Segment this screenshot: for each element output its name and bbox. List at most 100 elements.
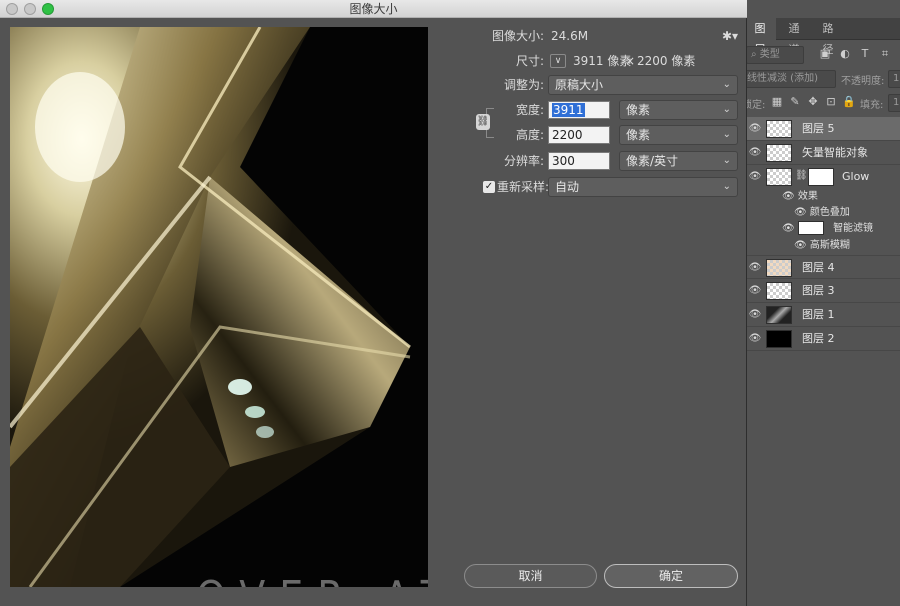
eye-icon[interactable]: 👁 bbox=[794, 240, 810, 251]
layer-thumbnail bbox=[766, 259, 792, 277]
chevron-down-icon: ⌄ bbox=[722, 104, 731, 115]
image-size-dialog: 图像大小 图像大小: 24.6M ✱▾ 尺寸: ∨ 3911 像素 × 2200… bbox=[0, 0, 747, 606]
layer-name: 图层 5 bbox=[802, 122, 835, 135]
lock-row: 锁定: ▦ ✎ ✥ ⊡ 🔒 填充: 10 bbox=[744, 91, 900, 115]
layer-thumbnail bbox=[766, 144, 792, 162]
eye-icon[interactable]: 👁 bbox=[748, 261, 762, 275]
fill-label: 填充: bbox=[860, 100, 884, 111]
eye-icon[interactable]: 👁 bbox=[794, 207, 810, 218]
gear-icon[interactable]: ✱▾ bbox=[722, 29, 738, 43]
lock-artboard-icon[interactable]: ⊡ bbox=[824, 95, 838, 109]
adjustment-filter-icon[interactable]: ◐ bbox=[838, 47, 852, 61]
fit-to-select[interactable]: 原稿大小 ⌄ bbox=[548, 75, 738, 95]
lock-pixels-icon[interactable]: ✎ bbox=[788, 95, 802, 109]
layer-thumbnail bbox=[766, 330, 792, 348]
tab-channels[interactable]: 通道 bbox=[778, 18, 810, 56]
fit-to-value: 原稿大小 bbox=[555, 78, 604, 92]
resolution-unit-value: 像素/英寸 bbox=[626, 154, 679, 168]
title-bar: 图像大小 bbox=[0, 0, 747, 18]
fill-field[interactable]: 10 bbox=[888, 94, 900, 112]
layer-filter-row: ⌕ 类型 ▣ ◐ T ⌗ bbox=[744, 43, 900, 67]
color-overlay-row[interactable]: 👁 颜色叠加 bbox=[794, 205, 850, 221]
width-value: 3911 bbox=[552, 103, 585, 117]
eye-icon[interactable]: 👁 bbox=[748, 308, 762, 322]
height-unit-value: 像素 bbox=[626, 128, 651, 142]
effects-row[interactable]: 👁 效果 bbox=[782, 189, 818, 205]
eye-icon[interactable]: 👁 bbox=[748, 284, 762, 298]
cancel-button[interactable]: 取消 bbox=[464, 564, 597, 588]
chevron-down-icon: ⌄ bbox=[722, 155, 731, 166]
height-unit-select[interactable]: 像素 ⌄ bbox=[619, 125, 738, 145]
smart-filter-mask[interactable] bbox=[797, 221, 824, 235]
image-filter-icon[interactable]: ▣ bbox=[818, 47, 832, 61]
resolution-unit-select[interactable]: 像素/英寸 ⌄ bbox=[619, 151, 738, 171]
ok-button[interactable]: 确定 bbox=[604, 564, 738, 588]
window-title: 图像大小 bbox=[349, 2, 398, 16]
type-filter-icon[interactable]: T bbox=[858, 47, 872, 61]
layer-name: 图层 2 bbox=[802, 332, 835, 345]
eye-icon[interactable]: 👁 bbox=[782, 191, 798, 202]
panel-tabs: 图层 通道 路径 bbox=[744, 18, 900, 56]
chevron-down-icon[interactable]: ∨ bbox=[550, 54, 566, 68]
shape-filter-icon[interactable]: ⌗ bbox=[878, 47, 892, 61]
mask-thumbnail[interactable] bbox=[808, 168, 834, 186]
resample-value: 自动 bbox=[555, 180, 580, 194]
width-unit-value: 像素 bbox=[626, 103, 651, 117]
eye-icon[interactable]: 👁 bbox=[748, 146, 762, 160]
height-input[interactable]: 2200 bbox=[548, 126, 610, 144]
chevron-down-icon: ⌄ bbox=[722, 79, 731, 90]
resample-label: 重新采样: bbox=[497, 180, 550, 194]
image-size-label: 图像大小: bbox=[491, 29, 544, 43]
image-preview[interactable]: OVER AT bbox=[10, 27, 428, 587]
layer-row[interactable]: 👁 图层 3 bbox=[744, 279, 900, 303]
layer-row[interactable]: 👁 图层 5 bbox=[744, 117, 900, 141]
smart-filters-row[interactable]: 👁 智能滤镜 bbox=[782, 221, 873, 239]
lock-all-icon[interactable]: 🔒 bbox=[842, 95, 856, 109]
resample-checkbox[interactable]: ✓ bbox=[483, 181, 495, 193]
resolution-input[interactable]: 300 bbox=[548, 152, 610, 170]
tab-paths[interactable]: 路径 bbox=[812, 18, 844, 56]
fit-to-label: 调整为: bbox=[503, 78, 544, 92]
image-size-value: 24.6M bbox=[551, 29, 589, 43]
height-label: 高度: bbox=[515, 128, 544, 142]
link-icon: ⛓ bbox=[795, 170, 808, 181]
resample-select[interactable]: 自动 ⌄ bbox=[548, 177, 738, 197]
layers-panel: 图层 通道 路径 ⌕ 类型 ▣ ◐ T ⌗ 线性减淡 (添加) 不透明度: 10… bbox=[743, 0, 900, 606]
width-unit-select[interactable]: 像素 ⌄ bbox=[619, 100, 738, 120]
layer-row[interactable]: 👁 ⛓ Glow bbox=[744, 165, 900, 189]
width-label: 宽度: bbox=[515, 103, 544, 117]
layer-name: 图层 3 bbox=[802, 284, 835, 297]
lock-position-icon[interactable]: ✥ bbox=[806, 95, 820, 109]
chevron-down-icon: ⌄ bbox=[722, 181, 731, 192]
filter-kind-select[interactable]: ⌕ 类型 bbox=[746, 46, 804, 64]
layer-row[interactable]: 👁 图层 2 bbox=[744, 327, 900, 351]
chevron-down-icon: ⌄ bbox=[722, 129, 731, 140]
resolution-label: 分辨率: bbox=[503, 154, 544, 168]
blend-row: 线性减淡 (添加) 不透明度: 10 bbox=[744, 67, 900, 91]
dimensions-height: 2200 像素 bbox=[637, 54, 696, 68]
eye-icon[interactable]: 👁 bbox=[748, 332, 762, 346]
opacity-field[interactable]: 10 bbox=[888, 70, 900, 88]
dimensions-label: 尺寸: bbox=[515, 54, 544, 68]
preview-artwork bbox=[10, 27, 428, 587]
blend-mode-select[interactable]: 线性减淡 (添加) bbox=[744, 70, 836, 88]
tab-layers[interactable]: 图层 bbox=[744, 18, 776, 56]
layer-row[interactable]: 👁 图层 1 bbox=[744, 303, 900, 327]
lock-transparent-icon[interactable]: ▦ bbox=[770, 95, 784, 109]
layer-row[interactable]: 👁 图层 4 bbox=[744, 255, 900, 279]
layer-thumbnail bbox=[766, 168, 792, 186]
layer-row[interactable]: 👁 矢量智能对象 bbox=[744, 141, 900, 165]
eye-icon[interactable]: 👁 bbox=[748, 122, 762, 136]
layer-thumbnail bbox=[766, 282, 792, 300]
eye-icon[interactable]: 👁 bbox=[748, 170, 762, 184]
preview-overlay-text: OVER AT bbox=[196, 575, 428, 587]
search-icon: ⌕ bbox=[751, 49, 760, 60]
layer-thumbnail bbox=[766, 306, 792, 324]
layer-name: 图层 1 bbox=[802, 308, 835, 321]
layer-name: 矢量智能对象 bbox=[802, 146, 868, 159]
eye-icon[interactable]: 👁 bbox=[782, 223, 798, 234]
opacity-label: 不透明度: bbox=[841, 76, 885, 87]
dimensions-separator: × bbox=[625, 54, 636, 68]
gaussian-blur-row[interactable]: 👁 高斯模糊 bbox=[794, 238, 850, 254]
width-input[interactable]: 3911 bbox=[548, 101, 610, 119]
